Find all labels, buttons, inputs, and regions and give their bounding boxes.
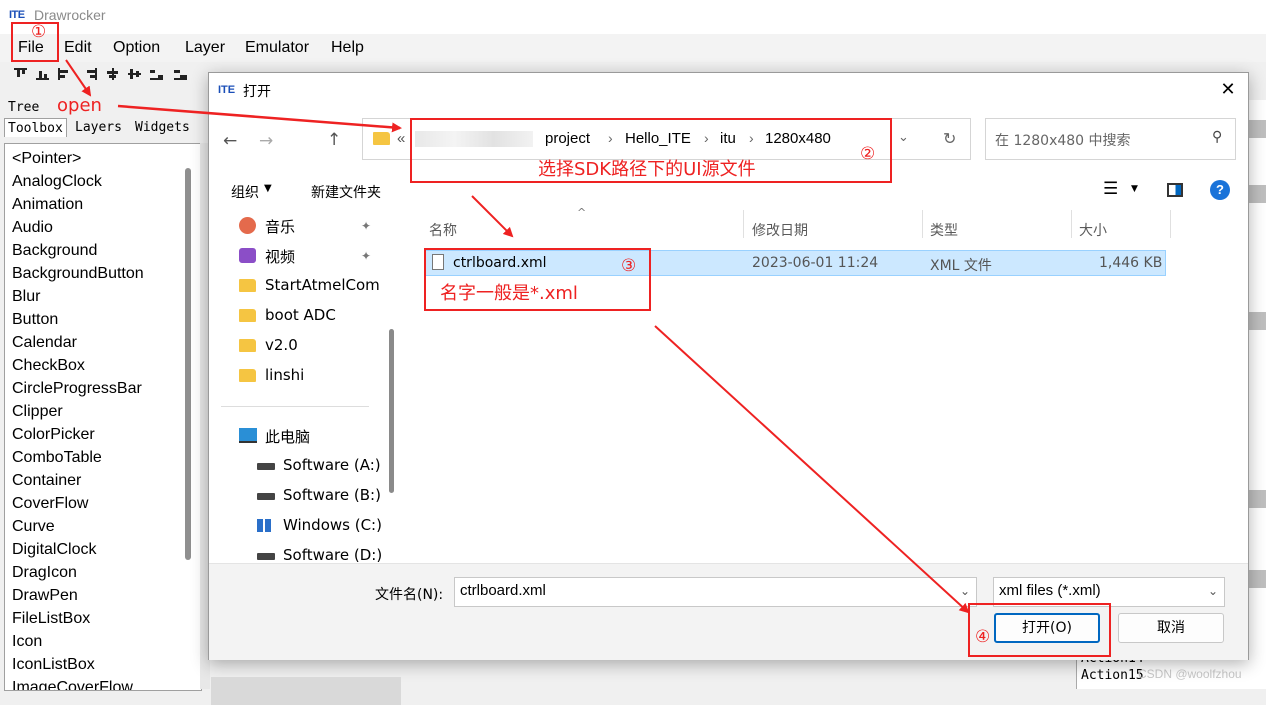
arrow-to-file [471,195,514,238]
arrow-to-open-button [654,325,970,614]
annotation-step2-text: 选择SDK路径下的UI源文件 [538,159,756,180]
annotation-step3: ③ [621,256,637,276]
annotation-step4: ④ [975,627,991,647]
arrow-to-address [117,104,402,133]
annotation-open-text: open [57,95,102,116]
annotation-arrows [65,59,970,614]
annotation-step1: ① [31,22,47,42]
annotation-step3-text: 名字一般是*.xml [440,283,578,304]
arrow-to-open [65,59,92,97]
annotation-step2: ② [860,144,876,164]
